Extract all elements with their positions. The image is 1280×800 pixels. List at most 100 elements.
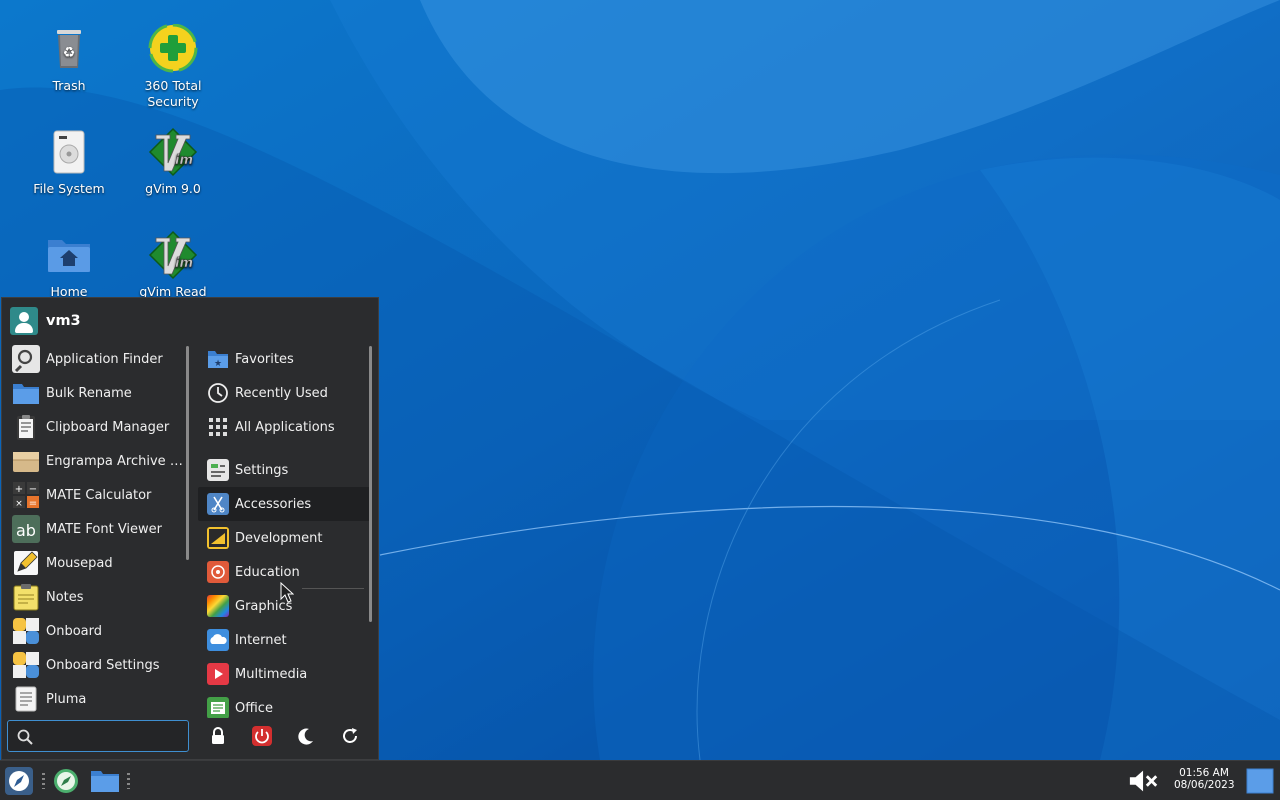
category-label: Education [235,564,300,580]
app-item-pluma[interactable]: Pluma [8,682,186,714]
suspend-moon-icon [298,728,313,745]
desktop-icon-gvim[interactable]: im gVim 9.0 [123,127,223,197]
category-recently-used[interactable]: Recently Used [198,376,370,410]
avatar[interactable] [10,307,38,335]
app-item-mousepad[interactable]: Mousepad [8,546,186,580]
graphics-rainbow-icon [207,595,229,617]
cloud-icon [207,629,229,651]
svg-text:ab: ab [16,521,36,540]
category-label: Office [235,700,273,716]
svg-text:★: ★ [214,359,222,369]
category-separator [198,444,370,453]
launcher-browser[interactable] [50,765,82,797]
show-desktop-icon [1246,768,1274,794]
app-label: Bulk Rename [46,385,132,401]
menu-header: vm3 [10,306,81,336]
category-label: Recently Used [235,385,328,401]
clipboard-icon [12,413,40,441]
development-icon [207,527,229,549]
desktop-icon-label: Trash [52,78,86,93]
whisker-menu-button[interactable] [3,765,35,797]
app-item-clipboard-manager[interactable]: Clipboard Manager [8,410,186,444]
desktop-icon-360-total-security[interactable]: 360 Total Security [123,24,223,110]
power-icon [252,726,272,746]
folder-icon [12,379,40,407]
search-input[interactable] [38,726,187,748]
category-settings[interactable]: Settings [198,453,370,487]
app-label: Mousepad [46,555,113,571]
volume-button[interactable] [1128,765,1160,797]
app-item-onboard-settings[interactable]: Onboard Settings [8,648,186,682]
security-plus-icon [148,24,198,73]
lock-icon [212,727,224,744]
magnifier-icon [12,345,40,373]
lock-screen-button[interactable] [206,724,230,748]
category-divider [302,588,364,589]
category-label: Multimedia [235,666,308,682]
document-icon [12,685,40,713]
category-office[interactable]: Office [198,691,370,718]
app-label: Engrampa Archive M… [46,453,186,469]
app-item-notes[interactable]: Notes [8,580,186,614]
panel-handle[interactable] [42,773,45,789]
app-item-onboard[interactable]: Onboard [8,614,186,648]
onboard-settings-icon [12,651,40,679]
application-list-scrollbar[interactable] [186,346,189,560]
drive-icon [53,130,85,174]
search-box[interactable] [7,720,189,752]
category-accessories[interactable]: Accessories [198,487,370,521]
panel-handle[interactable] [127,773,130,789]
category-list-scrollbar[interactable] [369,346,372,622]
desktop-icon-gvim-read[interactable]: im gVim Read [123,230,223,300]
svg-text:♻: ♻ [63,45,76,61]
username: vm3 [46,313,81,329]
category-all-applications[interactable]: All Applications [198,410,370,444]
menu-compass-icon [5,767,33,795]
launcher-file-manager[interactable] [89,765,121,797]
svg-text:+: + [15,484,23,495]
calculator-icon: + − × = [12,481,40,509]
application-list: Application Finder Bulk Rename Clipboard… [8,342,186,714]
power-off-button[interactable] [250,724,274,748]
app-item-engrampa-archive-manager[interactable]: Engrampa Archive M… [8,444,186,478]
category-label: Development [235,530,323,546]
clock-date: 08/06/2023 [1174,779,1235,791]
desktop-icon-home[interactable]: Home [19,230,119,300]
category-favorites[interactable]: ★ Favorites [198,342,370,376]
app-label: Onboard [46,623,103,639]
restart-icon [343,728,357,743]
search-icon [17,729,33,745]
desktop-icon-label: 360 Total Security [144,78,202,109]
application-menu: vm3 Application Finder Bulk Rename Clipb… [1,297,379,760]
accessories-scissors-icon [207,493,229,515]
text-editor-pencil-icon [12,549,40,577]
category-label: Settings [235,462,289,478]
desktop-icon-file-system[interactable]: File System [19,127,119,197]
folder-icon [91,771,119,792]
clock-time: 01:56 AM [1179,767,1229,779]
category-development[interactable]: Development [198,521,370,555]
category-multimedia[interactable]: Multimedia [198,657,370,691]
app-label: MATE Font Viewer [46,521,163,537]
category-internet[interactable]: Internet [198,623,370,657]
category-label: All Applications [235,419,335,435]
trash-icon: ♻ [57,30,81,68]
volume-muted-icon [1129,770,1158,792]
app-label: Clipboard Manager [46,419,170,435]
app-label: Onboard Settings [46,657,160,673]
category-label: Internet [235,632,287,648]
restart-button[interactable] [338,724,362,748]
suspend-button[interactable] [294,724,318,748]
sticky-note-icon [12,583,40,611]
svg-text:im: im [175,153,193,168]
desktop-icon-trash[interactable]: ♻ Trash [19,24,119,94]
app-item-mate-font-viewer[interactable]: ab MATE Font Viewer [8,512,186,546]
vim-icon: im [148,230,198,280]
onboard-keyboard-icon [12,617,40,645]
app-item-bulk-rename[interactable]: Bulk Rename [8,376,186,410]
app-item-mate-calculator[interactable]: + − × = MATE Calculator [8,478,186,512]
app-item-application-finder[interactable]: Application Finder [8,342,186,376]
clock[interactable]: 01:56 AM 08/06/2023 [1174,767,1235,791]
app-label: Pluma [46,691,87,707]
show-desktop-button[interactable] [1244,765,1276,797]
